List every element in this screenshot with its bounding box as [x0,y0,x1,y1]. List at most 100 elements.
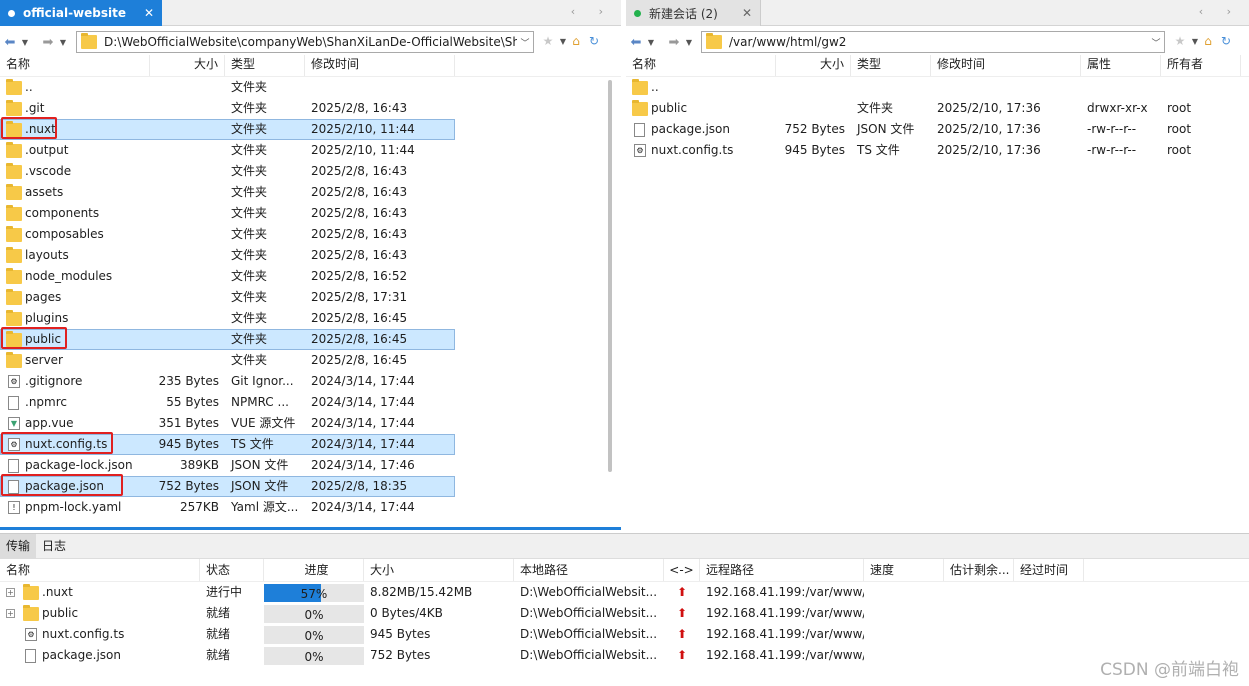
file-row[interactable]: pages 文件夹 2025/2/8, 17:31 [0,287,455,308]
transfer-row[interactable]: ⚙ nuxt.config.ts 就绪 0% 945 Bytes D:\WebOffici… [0,624,1249,645]
file-row[interactable]: ! pnpm-lock.yaml 257KB Yaml 源文... 2024/3/14,… [0,497,455,518]
progress-label: 0% [304,649,324,664]
chevron-down-icon[interactable]: ▼ [20,38,30,47]
column-attributes[interactable]: 属性 [1081,55,1161,76]
file-row[interactable]: .. [626,77,1249,98]
back-icon[interactable]: ⬅ [0,32,20,52]
local-pane: official-website ✕ ‹ › ⬅ ▼ ➡ ▼ D:\WebOff… [0,0,621,530]
file-row[interactable]: package.json 752 Bytes JSON 文件 2025/2/10, 1… [626,119,1249,140]
column-type[interactable]: 类型 [225,55,305,76]
folder-icon [632,78,648,95]
column-speed[interactable]: 速度 [864,559,944,581]
folder-icon [632,99,648,116]
column-mtime[interactable]: 修改时间 [305,55,455,76]
file-row[interactable]: assets 文件夹 2025/2/8, 16:43 [0,182,455,203]
chevron-down-icon[interactable]: ▼ [1190,37,1200,46]
file-row[interactable]: .git 文件夹 2025/2/8, 16:43 [0,98,455,119]
tab-scroll-arrows-icon[interactable]: ‹ › [571,5,613,18]
remote-path-input[interactable]: /var/www/html/gw2 ﹀ [701,31,1165,53]
file-type: Yaml 源文... [231,500,299,514]
file-name: .vscode [25,164,72,178]
file-row[interactable]: .. 文件夹 [0,77,455,98]
highlight-marker [1,327,67,349]
scrollbar[interactable] [608,80,612,472]
chevron-down-icon[interactable]: ﹀ [1148,36,1164,49]
tab-official-website[interactable]: official-website ✕ [0,0,162,26]
column-remote-path[interactable]: 远程路径 [700,559,864,581]
transfer-row[interactable]: + public 就绪 0% 0 Bytes/4KB D:\WebOfficialWebs… [0,603,1249,624]
column-elapsed[interactable]: 经过时间 [1014,559,1084,581]
file-icon [25,648,36,663]
column-local-path[interactable]: 本地路径 [514,559,664,581]
file-size: 752 Bytes [784,122,845,136]
file-row[interactable]: components 文件夹 2025/2/8, 16:43 [0,203,455,224]
file-row[interactable]: ▼ app.vue 351 Bytes VUE 源文件 2024/3/14, 17:44 [0,413,455,434]
file-row[interactable]: ⚙ .gitignore 235 Bytes Git Ignor... 2024/3/1… [0,371,455,392]
column-name[interactable]: 名称 [0,559,200,581]
file-row[interactable]: composables 文件夹 2025/2/8, 16:43 [0,224,455,245]
transfer-name-cell: + public [0,603,200,624]
file-row[interactable]: .nuxt 文件夹 2025/2/10, 11:44 [0,117,455,140]
chevron-down-icon[interactable]: ﹀ [517,36,533,49]
close-icon[interactable]: ✕ [144,6,154,20]
file-row[interactable]: .output 文件夹 2025/2/10, 11:44 [0,140,455,161]
column-size[interactable]: 大小 [150,55,225,76]
chevron-down-icon[interactable]: ▼ [684,38,694,47]
tab-new-session[interactable]: 新建会话 (2) ✕ [626,0,761,26]
forward-icon[interactable]: ➡ [664,32,684,52]
file-icon [8,458,19,473]
column-direction[interactable]: <-> [664,559,700,581]
star-icon[interactable]: ★ [1172,32,1188,50]
column-name[interactable]: 名称 [626,55,776,76]
transfer-row[interactable]: + .nuxt 进行中 57% 8.82MB/15.42MB D:\WebOfficial… [0,582,1249,603]
column-eta[interactable]: 估计剩余... [944,559,1014,581]
home-icon[interactable]: ⌂ [568,32,584,50]
local-path-input[interactable]: D:\WebOfficialWebsite\companyWeb\ShanXiL… [76,31,534,53]
progress-label: 57% [300,586,328,601]
column-owner[interactable]: 所有者 [1161,55,1241,76]
forward-icon[interactable]: ➡ [38,32,58,52]
pane-active-bar [0,527,621,530]
file-row[interactable]: server 文件夹 2025/2/8, 16:45 [0,350,455,371]
expand-icon[interactable]: + [6,609,15,618]
close-icon[interactable]: ✕ [742,6,752,20]
tab-label: official-website [23,6,126,20]
column-mtime[interactable]: 修改时间 [931,55,1081,76]
file-size: 389KB [179,458,219,472]
file-row[interactable]: layouts 文件夹 2025/2/8, 16:43 [0,245,455,266]
chevron-down-icon[interactable]: ▼ [58,38,68,47]
file-row[interactable]: package-lock.json 389KB JSON 文件 2024/3/14, … [0,455,455,476]
column-progress[interactable]: 进度 [264,559,364,581]
file-mtime: 2025/2/8, 18:35 [311,479,408,493]
transfer-size: 945 Bytes [370,627,431,641]
tab-log[interactable]: 日志 [36,534,72,559]
file-row[interactable]: ⚙ nuxt.config.ts 945 Bytes TS 文件 2025/2/10, … [626,140,1249,161]
chevron-down-icon[interactable]: ▼ [558,37,568,46]
home-icon[interactable]: ⌂ [1200,32,1216,50]
column-type[interactable]: 类型 [851,55,931,76]
back-icon[interactable]: ⬅ [626,32,646,52]
star-icon[interactable]: ★ [540,32,556,50]
progress-bar: 0% [264,625,364,644]
file-row[interactable]: ⚙ nuxt.config.ts 945 Bytes TS 文件 2024/3/14, … [0,432,455,455]
file-row[interactable]: node_modules 文件夹 2025/2/8, 16:52 [0,266,455,287]
file-row[interactable]: plugins 文件夹 2025/2/8, 16:45 [0,308,455,329]
chevron-down-icon[interactable]: ▼ [646,38,656,47]
refresh-icon[interactable]: ↻ [1218,32,1234,50]
column-size[interactable]: 大小 [364,559,514,581]
tab-scroll-arrows-icon[interactable]: ‹ › [1199,5,1241,18]
file-row[interactable]: public 文件夹 2025/2/10, 17:36 drwxr-xr-x root [626,98,1249,119]
file-row[interactable]: .vscode 文件夹 2025/2/8, 16:43 [0,161,455,182]
transfer-row[interactable]: package.json 就绪 0% 752 Bytes D:\WebOfficialW… [0,645,1249,666]
file-row[interactable]: package.json 752 Bytes JSON 文件 2025/2/8, 18… [0,474,455,497]
expand-icon[interactable]: + [6,588,15,597]
column-size[interactable]: 大小 [776,55,851,76]
file-row[interactable]: .npmrc 55 Bytes NPMRC ... 2024/3/14, 17:44 [0,392,455,413]
column-name[interactable]: 名称 [0,55,150,76]
file-row[interactable]: public 文件夹 2025/2/8, 16:45 [0,327,455,350]
file-type: JSON 文件 [857,122,915,136]
column-status[interactable]: 状态 [200,559,264,581]
progress-bar: 57% [264,583,364,602]
refresh-icon[interactable]: ↻ [586,32,602,50]
tab-transfers[interactable]: 传输 [0,533,37,559]
